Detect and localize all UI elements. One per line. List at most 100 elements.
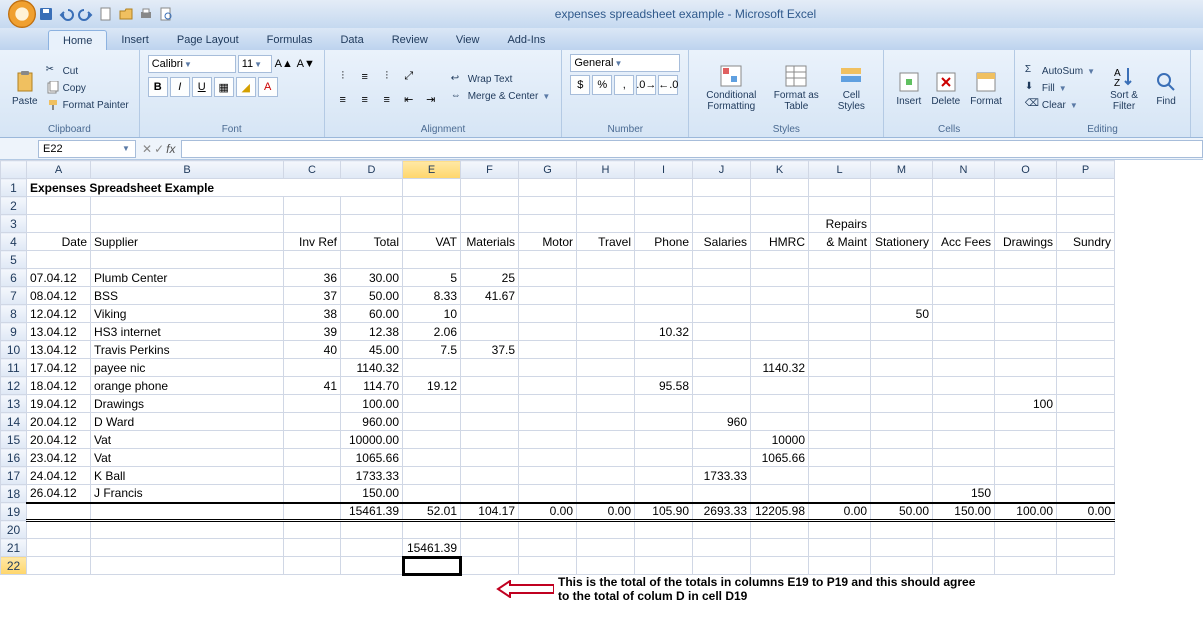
cell-K7[interactable] — [751, 287, 809, 305]
cell-O22[interactable] — [995, 557, 1057, 575]
cell-E11[interactable] — [403, 359, 461, 377]
row-header-9[interactable]: 9 — [1, 323, 27, 341]
cell-E10[interactable]: 7.5 — [403, 341, 461, 359]
cell-N11[interactable] — [933, 359, 995, 377]
cell-M21[interactable] — [871, 539, 933, 557]
cell-H8[interactable] — [577, 305, 635, 323]
cell-O9[interactable] — [995, 323, 1057, 341]
wrap-text-button[interactable]: ↩Wrap Text — [449, 72, 554, 88]
cell-O4[interactable]: Drawings — [995, 233, 1057, 251]
cell-P15[interactable] — [1057, 431, 1115, 449]
grow-font-button[interactable]: A▲ — [274, 54, 294, 74]
cell-K6[interactable] — [751, 269, 809, 287]
cell-K9[interactable] — [751, 323, 809, 341]
cell-F1[interactable] — [461, 179, 519, 197]
cell-B13[interactable]: Drawings — [91, 395, 284, 413]
cell-K3[interactable] — [751, 215, 809, 233]
cell-K11[interactable]: 1140.32 — [751, 359, 809, 377]
cell-D14[interactable]: 960.00 — [341, 413, 403, 431]
cell-C13[interactable] — [284, 395, 341, 413]
cell-J17[interactable]: 1733.33 — [693, 467, 751, 485]
cell-G2[interactable] — [519, 197, 577, 215]
cell-F12[interactable] — [461, 377, 519, 395]
cell-O10[interactable] — [995, 341, 1057, 359]
cell-O19[interactable]: 100.00 — [995, 503, 1057, 521]
cell-D12[interactable]: 114.70 — [341, 377, 403, 395]
cell-N13[interactable] — [933, 395, 995, 413]
cell-D17[interactable]: 1733.33 — [341, 467, 403, 485]
cell-F5[interactable] — [461, 251, 519, 269]
cell-F6[interactable]: 25 — [461, 269, 519, 287]
col-header-K[interactable]: K — [751, 161, 809, 179]
cell-A12[interactable]: 18.04.12 — [27, 377, 91, 395]
cell-F16[interactable] — [461, 449, 519, 467]
row-header-19[interactable]: 19 — [1, 503, 27, 521]
cell-D2[interactable] — [341, 197, 403, 215]
border-button[interactable]: ▦ — [214, 77, 234, 97]
cell-I22[interactable] — [635, 557, 693, 575]
cell-E9[interactable]: 2.06 — [403, 323, 461, 341]
cell-N4[interactable]: Acc Fees — [933, 233, 995, 251]
print-icon[interactable] — [138, 6, 154, 22]
cell-O21[interactable] — [995, 539, 1057, 557]
cell-J15[interactable] — [693, 431, 751, 449]
cell-B5[interactable] — [91, 251, 284, 269]
cell-I3[interactable] — [635, 215, 693, 233]
cell-L22[interactable] — [809, 557, 871, 575]
cell-A4[interactable]: Date — [27, 233, 91, 251]
cell-C18[interactable] — [284, 485, 341, 503]
clear-button[interactable]: ⌫Clear▼ — [1023, 97, 1098, 113]
cell-H15[interactable] — [577, 431, 635, 449]
align-middle-button[interactable]: ≡ — [355, 67, 375, 87]
cell-D22[interactable] — [341, 557, 403, 575]
cell-M22[interactable] — [871, 557, 933, 575]
cell-M1[interactable] — [871, 179, 933, 197]
cell-P19[interactable]: 0.00 — [1057, 503, 1115, 521]
cell-G20[interactable] — [519, 521, 577, 539]
cell-G8[interactable] — [519, 305, 577, 323]
cell-A6[interactable]: 07.04.12 — [27, 269, 91, 287]
cell-H6[interactable] — [577, 269, 635, 287]
cell-M16[interactable] — [871, 449, 933, 467]
cell-P3[interactable] — [1057, 215, 1115, 233]
cell-J14[interactable]: 960 — [693, 413, 751, 431]
cell-J2[interactable] — [693, 197, 751, 215]
cell-N19[interactable]: 150.00 — [933, 503, 995, 521]
cell-F13[interactable] — [461, 395, 519, 413]
cell-K19[interactable]: 12205.98 — [751, 503, 809, 521]
cell-G14[interactable] — [519, 413, 577, 431]
row-header-6[interactable]: 6 — [1, 269, 27, 287]
cell-K22[interactable] — [751, 557, 809, 575]
redo-icon[interactable] — [78, 6, 94, 22]
increase-decimal-button[interactable]: .0→ — [636, 75, 656, 95]
font-size-select[interactable]: 11▼ — [238, 55, 272, 73]
cell-D10[interactable]: 45.00 — [341, 341, 403, 359]
cell-E2[interactable] — [403, 197, 461, 215]
cell-J1[interactable] — [693, 179, 751, 197]
cell-A16[interactable]: 23.04.12 — [27, 449, 91, 467]
cell-N18[interactable]: 150 — [933, 485, 995, 503]
cell-L18[interactable] — [809, 485, 871, 503]
col-header-P[interactable]: P — [1057, 161, 1115, 179]
col-header-J[interactable]: J — [693, 161, 751, 179]
align-right-button[interactable]: ≡ — [377, 90, 397, 110]
font-color-button[interactable]: A — [258, 77, 278, 97]
cell-I13[interactable] — [635, 395, 693, 413]
cell-A8[interactable]: 12.04.12 — [27, 305, 91, 323]
tab-addins[interactable]: Add-Ins — [493, 30, 559, 50]
italic-button[interactable]: I — [170, 77, 190, 97]
cell-D9[interactable]: 12.38 — [341, 323, 403, 341]
cell-H13[interactable] — [577, 395, 635, 413]
cell-N5[interactable] — [933, 251, 995, 269]
cell-H18[interactable] — [577, 485, 635, 503]
cell-C3[interactable] — [284, 215, 341, 233]
cell-L2[interactable] — [809, 197, 871, 215]
cell-M7[interactable] — [871, 287, 933, 305]
row-header-12[interactable]: 12 — [1, 377, 27, 395]
cell-L15[interactable] — [809, 431, 871, 449]
row-header-2[interactable]: 2 — [1, 197, 27, 215]
cell-E22[interactable] — [403, 557, 461, 575]
cell-J16[interactable] — [693, 449, 751, 467]
cell-O3[interactable] — [995, 215, 1057, 233]
cell-A20[interactable] — [27, 521, 91, 539]
